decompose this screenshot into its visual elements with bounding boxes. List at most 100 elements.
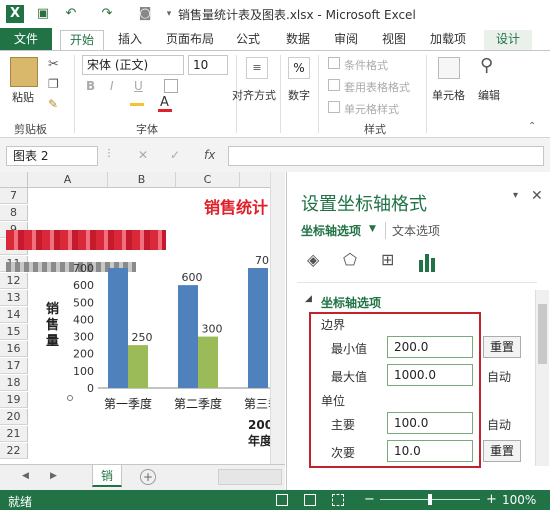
cancel-icon[interactable]: ✕ — [138, 148, 148, 162]
data-label[interactable]: 250 — [132, 331, 153, 344]
row-header[interactable]: 8 — [0, 205, 28, 221]
major-auto-button[interactable]: 自动 — [487, 416, 511, 433]
column-header[interactable]: C — [176, 172, 240, 188]
major-unit-input[interactable]: 100.0 — [387, 412, 473, 434]
enter-icon[interactable]: ✓ — [170, 148, 180, 162]
chart-bar[interactable] — [198, 336, 218, 388]
page-break-view-icon[interactable] — [332, 494, 344, 506]
chart-bar[interactable] — [128, 345, 148, 388]
row-header[interactable]: 22 — [0, 443, 28, 459]
row-header[interactable]: 20 — [0, 409, 28, 425]
cut-icon[interactable]: ✂ — [48, 57, 59, 72]
row-header[interactable]: 21 — [0, 426, 28, 442]
size-properties-icon[interactable]: ⊞ — [381, 250, 401, 272]
min-reset-button[interactable]: 重置 — [483, 336, 521, 358]
horizontal-scrollbar[interactable] — [218, 469, 282, 485]
tab-file[interactable]: 文件 — [0, 28, 52, 50]
font-size-select[interactable]: 10 — [188, 55, 228, 75]
more-icon[interactable]: ⋮ — [104, 148, 114, 159]
max-bound-input[interactable]: 1000.0 — [387, 364, 473, 386]
tab-insert[interactable]: 插入 — [112, 30, 148, 50]
select-all-corner[interactable] — [0, 172, 28, 188]
zoom-out-icon[interactable]: − — [364, 492, 375, 507]
zoom-in-icon[interactable]: + — [486, 492, 497, 507]
row-header[interactable]: 15 — [0, 324, 28, 340]
chevron-down-icon[interactable]: ▼ — [369, 224, 376, 234]
tab-formulas[interactable]: 公式 — [230, 30, 266, 50]
data-label[interactable]: 70 — [255, 254, 269, 267]
cells-button-label[interactable]: 单元格 — [432, 87, 465, 103]
row-header[interactable]: 13 — [0, 290, 28, 306]
scroll-thumb[interactable] — [538, 304, 547, 364]
axis-options-icon[interactable] — [417, 252, 437, 272]
pane-options-icon[interactable]: ▾ — [513, 190, 518, 201]
close-icon[interactable]: ✕ — [531, 188, 543, 204]
section-collapse-icon[interactable]: ◢ — [305, 294, 312, 304]
bold-button[interactable]: B — [86, 79, 95, 93]
collapse-ribbon-icon[interactable]: ⌃ — [528, 121, 536, 132]
cells-icon[interactable] — [438, 57, 460, 79]
add-sheet-icon[interactable]: + — [140, 469, 156, 485]
chart-bar[interactable] — [178, 285, 198, 388]
tab-addins[interactable]: 加载项 — [424, 30, 472, 50]
section-axis-options[interactable]: 坐标轴选项 — [321, 294, 381, 311]
formula-input[interactable] — [228, 146, 544, 166]
edit-button-label[interactable]: 编辑 — [478, 87, 500, 103]
insert-function-icon[interactable]: fx — [204, 148, 215, 162]
row-header[interactable]: 14 — [0, 307, 28, 323]
tab-data[interactable]: 数据 — [280, 30, 316, 50]
tab-design[interactable]: 设计 — [484, 30, 532, 50]
cell-style-button[interactable]: 单元格样式 — [344, 101, 399, 117]
max-auto-button[interactable]: 自动 — [487, 368, 511, 385]
scroll-right-icon[interactable]: ▶ — [50, 471, 57, 481]
row-header[interactable]: 19 — [0, 392, 28, 408]
align-icon[interactable]: ≡ — [246, 57, 268, 79]
camera-icon[interactable]: ◙ — [136, 5, 154, 23]
table-format-button[interactable]: 套用表格格式 — [344, 79, 410, 95]
tab-axis-options[interactable]: 坐标轴选项 — [301, 222, 361, 239]
underline-button[interactable]: U — [134, 79, 143, 93]
fill-color-icon[interactable] — [130, 103, 144, 106]
paste-button-label[interactable]: 粘贴 — [12, 89, 34, 105]
chart-area[interactable]: 销售统计 销售量 0 100 200 300 400 500 600 700 250 第一季度 60… — [6, 190, 285, 448]
cell-style-icon[interactable] — [328, 101, 340, 113]
font-color-icon[interactable]: A — [160, 95, 169, 110]
cond-format-icon[interactable] — [328, 57, 340, 69]
minor-reset-button[interactable]: 重置 — [483, 440, 521, 462]
tab-view[interactable]: 视图 — [376, 30, 412, 50]
italic-button[interactable]: I — [110, 79, 114, 93]
chart-bar[interactable] — [248, 268, 268, 388]
row-header[interactable]: 16 — [0, 341, 28, 357]
save-icon[interactable]: ▣ — [34, 5, 52, 23]
alignment-button-label[interactable]: 对齐方式 — [232, 87, 276, 103]
binoculars-icon[interactable]: ⚲ — [480, 55, 493, 76]
sheet-tab[interactable]: 销 — [92, 465, 122, 487]
min-bound-input[interactable]: 200.0 — [387, 336, 473, 358]
column-header[interactable]: B — [108, 172, 176, 188]
name-box[interactable]: 图表 2 — [6, 146, 98, 166]
column-header[interactable]: A — [28, 172, 108, 188]
pane-scrollbar[interactable] — [535, 290, 549, 466]
data-label[interactable]: 300 — [202, 323, 223, 336]
chart-plot[interactable]: 0 100 200 300 400 500 600 700 250 第一季度 600 300 第二季度 7… — [36, 190, 285, 436]
tab-review[interactable]: 审阅 — [328, 30, 364, 50]
effects-icon[interactable]: ⬠ — [343, 250, 363, 272]
tab-page-layout[interactable]: 页面布局 — [160, 30, 220, 50]
data-label[interactable]: 600 — [182, 271, 203, 284]
copy-icon[interactable]: ❐ — [48, 77, 59, 91]
cond-format-button[interactable]: 条件格式 — [344, 57, 388, 73]
number-button-label[interactable]: 数字 — [288, 87, 310, 103]
customize-quick-access-icon[interactable]: ▾ — [160, 5, 178, 23]
row-header[interactable]: 12 — [0, 273, 28, 289]
normal-view-icon[interactable] — [276, 494, 288, 506]
vertical-scrollbar[interactable] — [270, 172, 285, 464]
chart-bar[interactable] — [108, 268, 128, 388]
table-format-icon[interactable] — [328, 79, 340, 91]
border-icon[interactable] — [164, 79, 178, 93]
row-header[interactable]: 7 — [0, 188, 28, 204]
percent-icon[interactable]: % — [288, 57, 310, 79]
zoom-level[interactable]: 100% — [502, 493, 536, 507]
scroll-left-icon[interactable]: ◀ — [22, 471, 29, 481]
tab-text-options[interactable]: 文本选项 — [385, 222, 440, 239]
zoom-slider-thumb[interactable] — [428, 494, 432, 505]
